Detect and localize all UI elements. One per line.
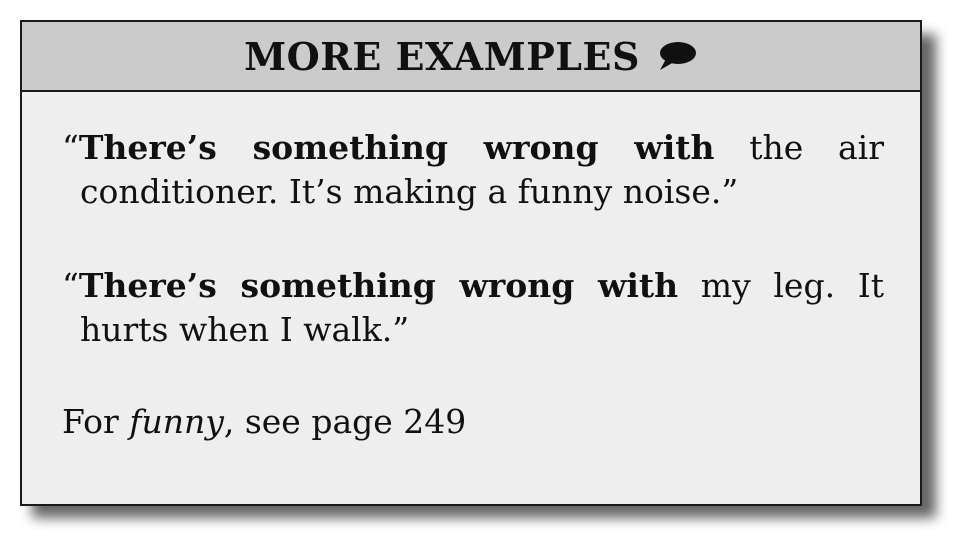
example-sentence-1: “There’s something wrong with the air co… (62, 126, 884, 214)
crossref-suffix: , see page 249 (223, 402, 467, 441)
cross-reference: For funny, see page 249 (62, 400, 884, 444)
box-header: MORE EXAMPLES (22, 22, 920, 92)
speech-bubble-icon (656, 39, 698, 73)
crossref-prefix: For (62, 402, 130, 441)
key-phrase: There’s something wrong with (78, 266, 679, 305)
key-phrase: There’s something wrong with (78, 128, 715, 167)
open-quote: “ (62, 266, 79, 305)
example-sentence-2: “There’s something wrong with my leg. It… (62, 264, 884, 352)
open-quote: “ (62, 128, 79, 167)
box-title: MORE EXAMPLES (244, 33, 640, 79)
box-content: “There’s something wrong with the air co… (22, 92, 920, 444)
examples-box: MORE EXAMPLES “There’s something wrong w… (20, 20, 922, 506)
crossref-word: funny (129, 402, 224, 441)
